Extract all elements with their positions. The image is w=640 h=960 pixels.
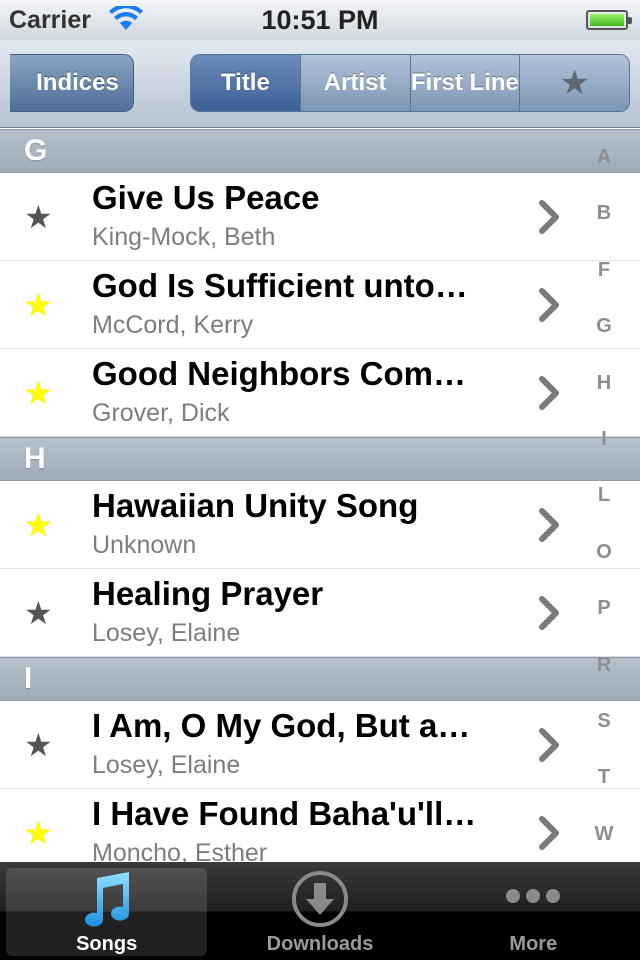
chevron-right-icon xyxy=(539,508,559,542)
chevron-right-icon xyxy=(539,816,559,850)
chevron-right-icon xyxy=(539,596,559,630)
chevron-right-icon xyxy=(539,728,559,762)
tab-songs[interactable]: Songs xyxy=(0,862,213,960)
segment-title[interactable]: Title xyxy=(191,55,300,111)
section-header-i: I xyxy=(0,657,640,701)
star-icon[interactable]: ★ xyxy=(24,597,53,629)
index-letter[interactable]: I xyxy=(601,428,607,451)
favorite-star-icon[interactable]: ★ xyxy=(24,817,53,849)
song-title: Hawaiian Unity Song xyxy=(92,487,419,524)
index-letter[interactable]: A xyxy=(597,146,611,169)
index-letter[interactable]: P xyxy=(597,597,610,620)
segment-favorites[interactable]: ★ xyxy=(519,55,629,111)
tab-more[interactable]: More xyxy=(427,862,640,960)
download-icon xyxy=(291,871,348,927)
section-index[interactable]: A B F G H I L O P R S T W xyxy=(582,146,626,846)
navigation-bar: Indices Title Artist First Line ★ xyxy=(0,40,640,128)
songs-table: G ★ Give Us Peace King-Mock, Beth ★ God … xyxy=(0,129,640,863)
table-row[interactable]: ★ I Am, O My God, But a… Losey, Elaine xyxy=(0,701,640,789)
tab-downloads[interactable]: Downloads xyxy=(213,862,426,960)
favorite-star-icon[interactable]: ★ xyxy=(24,289,53,321)
back-button-label: Indices xyxy=(36,69,119,96)
song-title: God Is Sufficient unto… xyxy=(92,267,468,304)
section-header-g: G xyxy=(0,129,640,173)
star-icon: ★ xyxy=(559,64,590,102)
favorite-star-icon[interactable]: ★ xyxy=(24,377,53,409)
table-row[interactable]: ★ Good Neighbors Com… Grover, Dick xyxy=(0,349,640,437)
song-title: Good Neighbors Com… xyxy=(92,355,466,392)
index-letter[interactable]: B xyxy=(597,202,611,225)
chevron-right-icon xyxy=(539,376,559,410)
song-title: Healing Prayer xyxy=(92,575,324,612)
more-icon xyxy=(506,889,561,903)
table-row[interactable]: ★ Healing Prayer Losey, Elaine xyxy=(0,569,640,657)
chevron-right-icon xyxy=(539,200,559,234)
index-letter[interactable]: S xyxy=(597,710,610,733)
index-letter[interactable]: F xyxy=(598,259,610,282)
index-letter[interactable]: H xyxy=(597,372,611,395)
song-artist: McCord, Kerry xyxy=(92,311,254,339)
song-artist: King-Mock, Beth xyxy=(92,223,276,251)
index-letter[interactable]: W xyxy=(595,823,614,846)
table-row[interactable]: ★ Hawaiian Unity Song Unknown xyxy=(0,481,640,569)
status-bar: Carrier 10:51 PM xyxy=(0,0,640,40)
star-icon[interactable]: ★ xyxy=(24,201,53,233)
favorite-star-icon[interactable]: ★ xyxy=(24,509,53,541)
index-letter[interactable]: L xyxy=(598,484,610,507)
tab-label: More xyxy=(509,933,558,955)
song-title: Give Us Peace xyxy=(92,179,320,216)
table-row[interactable]: ★ God Is Sufficient unto… McCord, Kerry xyxy=(0,261,640,349)
battery-icon xyxy=(586,10,632,30)
song-artist: Losey, Elaine xyxy=(92,619,241,647)
table-row[interactable]: ★ I Have Found Baha'u'll… Moncho, Esther xyxy=(0,789,640,863)
back-button[interactable]: Indices xyxy=(10,54,134,112)
segment-first-line[interactable]: First Line xyxy=(409,55,520,111)
segment-artist[interactable]: Artist xyxy=(299,55,410,111)
tab-label: Downloads xyxy=(266,933,374,955)
tab-bar: Songs Downloads More xyxy=(0,862,640,960)
sort-segmented-control: Title Artist First Line ★ xyxy=(190,54,630,112)
index-letter[interactable]: T xyxy=(598,766,610,789)
star-icon[interactable]: ★ xyxy=(24,729,53,761)
music-note-icon xyxy=(84,872,129,927)
index-letter[interactable]: O xyxy=(596,541,612,564)
clock: 10:51 PM xyxy=(261,5,379,35)
chevron-right-icon xyxy=(539,288,559,322)
section-header-h: H xyxy=(0,437,640,481)
song-artist: Unknown xyxy=(92,531,197,559)
index-letter[interactable]: R xyxy=(597,654,611,677)
song-artist: Grover, Dick xyxy=(92,399,230,427)
index-letter[interactable]: G xyxy=(596,315,612,338)
table-row[interactable]: ★ Give Us Peace King-Mock, Beth xyxy=(0,173,640,261)
song-artist: Moncho, Esther xyxy=(92,839,268,863)
tab-label: Songs xyxy=(76,933,138,955)
song-title: I Am, O My God, But a… xyxy=(92,707,471,744)
song-artist: Losey, Elaine xyxy=(92,751,241,779)
song-title: I Have Found Baha'u'll… xyxy=(92,795,477,832)
